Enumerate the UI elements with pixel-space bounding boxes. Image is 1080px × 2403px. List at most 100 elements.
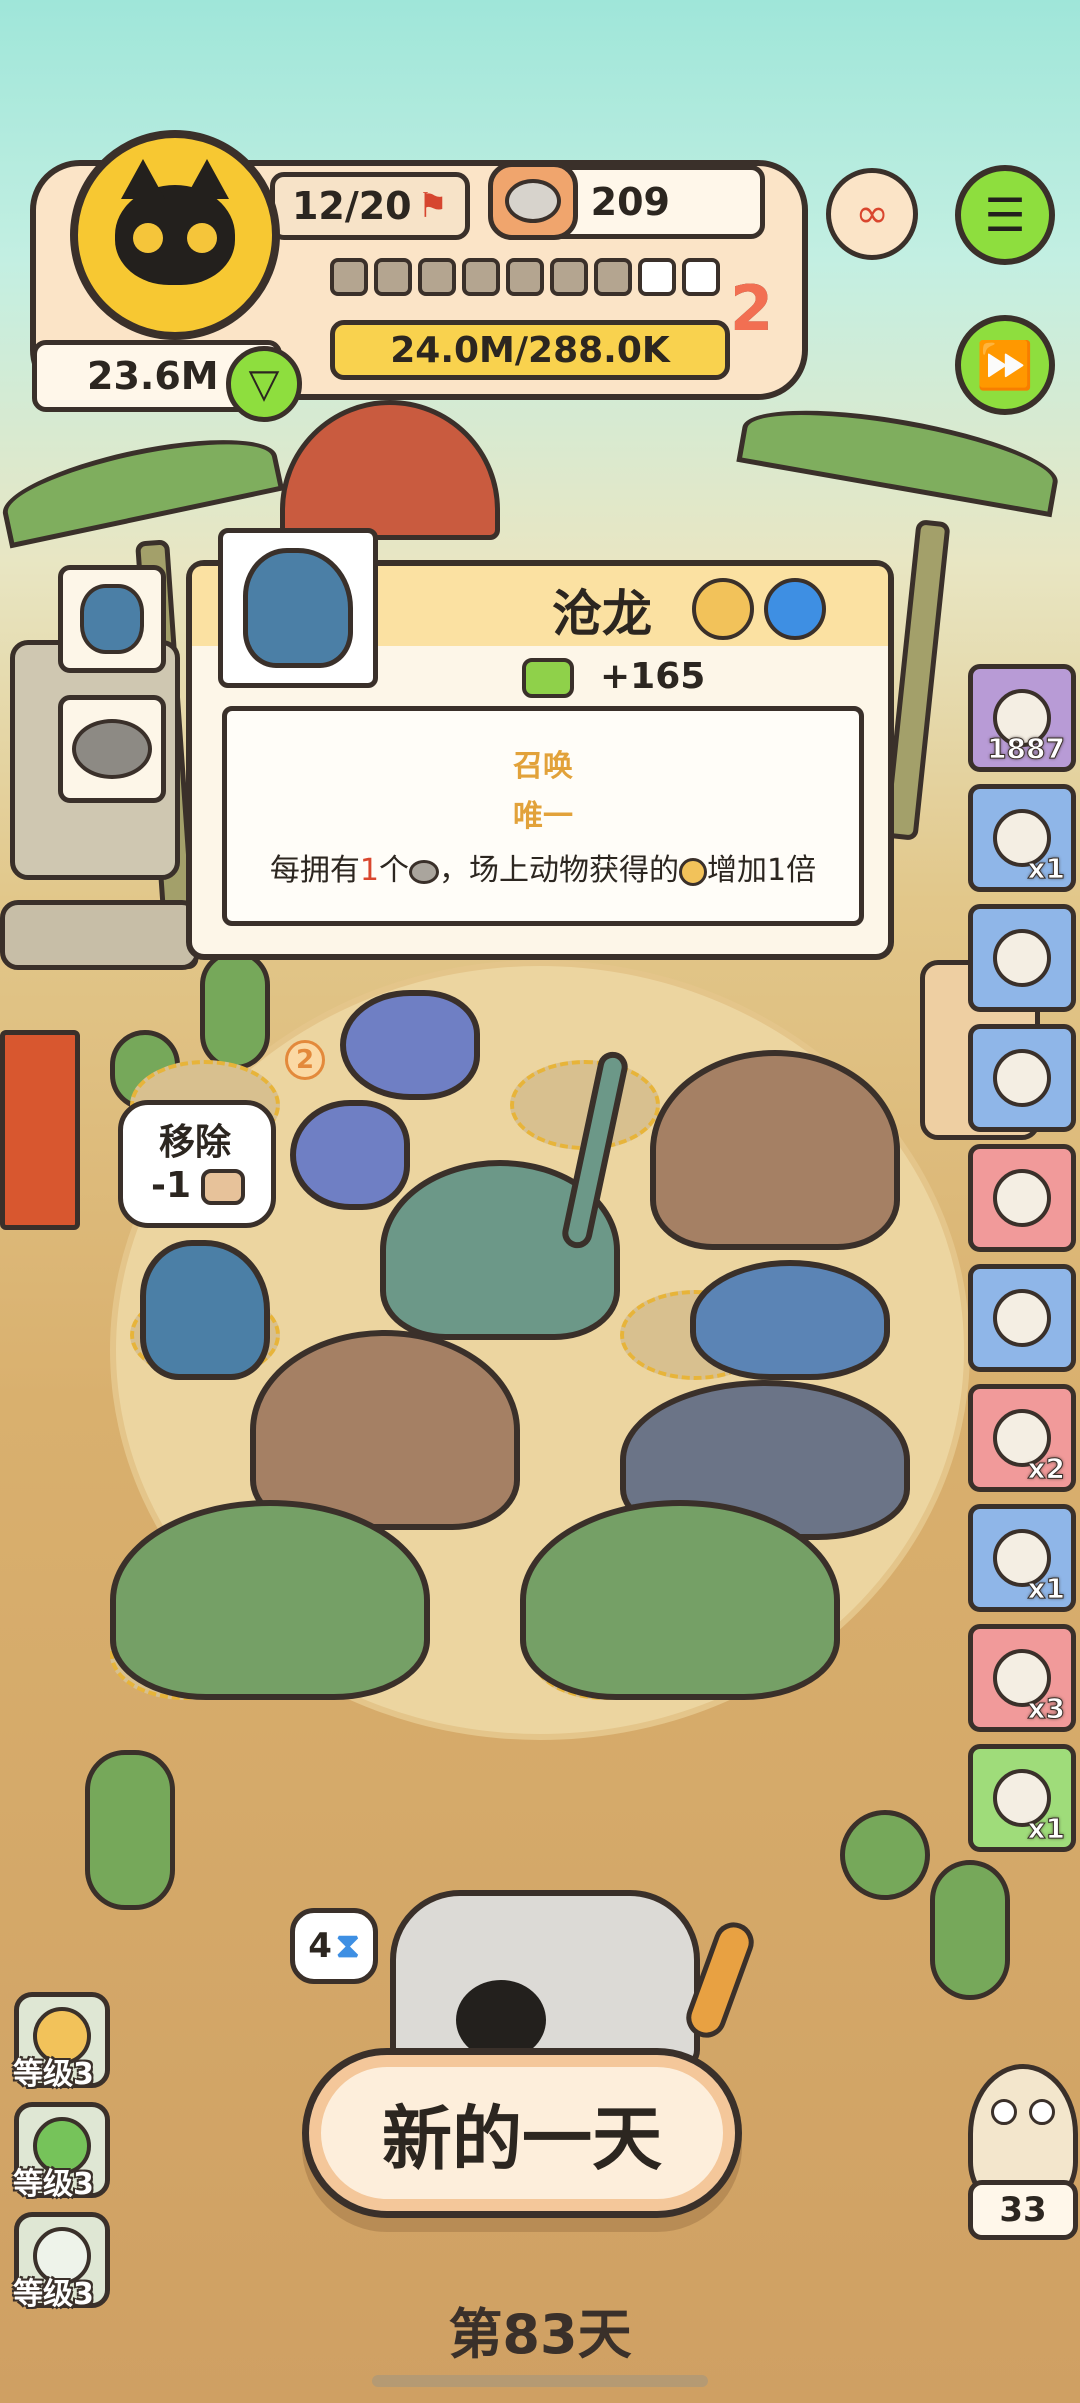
progress-segment-filled	[462, 258, 500, 296]
paw-icon	[679, 857, 707, 886]
sauropod-dino[interactable]	[650, 1050, 900, 1250]
companion-counter: 33	[968, 2180, 1078, 2240]
cactus	[200, 950, 270, 1070]
fast-forward-icon: ⏩	[976, 337, 1034, 392]
desc-prefix: 每拥有	[269, 853, 360, 888]
market-stall	[0, 1030, 80, 1230]
item-slot[interactable]: x2	[968, 1384, 1076, 1492]
new-day-button[interactable]: 新的一天	[302, 2048, 742, 2218]
item-slot[interactable]: 1887	[968, 664, 1076, 772]
skull-icon	[692, 578, 754, 640]
item-slot[interactable]: x1	[968, 784, 1076, 892]
exp-bar: 24.0M/288.0K	[330, 320, 730, 380]
food-count: 209	[590, 180, 670, 224]
collapse-chevron-icon[interactable]: ▽	[226, 346, 302, 422]
item-slot[interactable]	[968, 1024, 1076, 1132]
cactus	[85, 1750, 175, 1910]
popup-description: 每拥有1个 ，场上动物获得的 增加1倍	[227, 845, 859, 889]
fast-forward-button[interactable]: ⏩	[955, 315, 1055, 415]
item-count: x1	[1027, 852, 1066, 886]
progress-segment-filled	[550, 258, 588, 296]
stone-icon	[72, 719, 152, 779]
owl-eye	[991, 2099, 1017, 2125]
mosasaur-card[interactable]	[58, 565, 166, 673]
item-slot[interactable]	[968, 904, 1076, 1012]
desc-end: 增加1倍	[707, 853, 817, 888]
water-icon	[764, 578, 826, 640]
item-slot[interactable]: x1	[968, 1504, 1076, 1612]
dragon-creature[interactable]	[290, 1100, 410, 1210]
popup-description-box: 召唤 唯一 每拥有1个 ，场上动物获得的 增加1倍	[222, 706, 864, 926]
triceratops-dino[interactable]	[110, 1500, 430, 1700]
flag-icon: ⚑	[417, 186, 449, 226]
item-count: x2	[1027, 1452, 1066, 1486]
home-indicator[interactable]	[372, 2375, 708, 2387]
progress-segment-filled	[506, 258, 544, 296]
mosasaur-icon	[80, 584, 144, 654]
cactus	[840, 1810, 930, 1900]
level-badge-skull[interactable]: 等级3	[13, 1992, 110, 2092]
progress-segment-filled	[594, 258, 632, 296]
remove-bubble[interactable]: 移除 -1	[118, 1100, 276, 1228]
tag-unique: 唯一	[513, 799, 573, 834]
desc-count: 1	[359, 853, 379, 888]
coins-value: 23.6M	[87, 354, 219, 398]
item-count: x1	[1027, 1572, 1066, 1606]
desc-suffix: ，场上动物获得的	[439, 853, 679, 888]
item-slot[interactable]	[968, 1264, 1076, 1372]
ichthyosaur-dino[interactable]	[690, 1260, 890, 1380]
progress-segment-filled	[330, 258, 368, 296]
popup-bonus: +165	[600, 656, 706, 697]
item-slot[interactable]: x1	[968, 1744, 1076, 1852]
level-badge-label: 等级3	[13, 2167, 94, 2202]
owl-eye	[1029, 2099, 1055, 2125]
food-can-icon	[201, 1169, 245, 1205]
menu-icon: ☰	[984, 188, 1026, 242]
item-count: 1887	[987, 732, 1066, 766]
tag-summon: 召唤	[513, 749, 573, 784]
remove-label: 移除	[159, 1122, 232, 1163]
chip-badge: 2	[285, 1040, 325, 1080]
level-badge-paw[interactable]: 等级3	[13, 2102, 110, 2202]
level-progress-bar	[330, 258, 730, 318]
cactus	[930, 1860, 1010, 2000]
player-avatar[interactable]	[70, 130, 280, 340]
day-label: 第83天	[448, 2303, 632, 2366]
item-icon	[993, 1169, 1051, 1227]
item-slot[interactable]	[968, 1144, 1076, 1252]
progress-segment-empty	[638, 258, 676, 296]
stone-icon	[409, 859, 439, 884]
companion-count: 33	[999, 2190, 1047, 2230]
stage-progress-pill: 12/20 ⚑	[270, 172, 470, 240]
popup-title: 沧龙	[552, 584, 652, 643]
stage-progress: 12/20	[291, 184, 412, 228]
item-icon	[993, 929, 1051, 987]
remove-cost: -1	[151, 1165, 191, 1206]
stone-card[interactable]	[58, 695, 166, 803]
mosasaur-dino[interactable]	[140, 1240, 270, 1380]
rock-pile	[0, 900, 200, 970]
gray-cat	[390, 1890, 700, 2070]
desc-mid: 个	[379, 853, 409, 888]
item-icon	[993, 1049, 1051, 1107]
item-count: x1	[1027, 1812, 1066, 1846]
progress-segment-filled	[418, 258, 456, 296]
fire-infinity-icon[interactable]: ∞	[826, 168, 918, 260]
timer-value: 4	[308, 1926, 332, 1966]
temple-dome	[280, 400, 500, 540]
dragon-creature[interactable]	[340, 990, 480, 1100]
black-cat-icon	[115, 159, 235, 285]
item-slot[interactable]: x3	[968, 1624, 1076, 1732]
food-bowl-icon	[488, 162, 578, 240]
progress-segment-filled	[374, 258, 412, 296]
item-count: x3	[1027, 1692, 1066, 1726]
menu-button[interactable]: ☰	[955, 165, 1055, 265]
level-badge-label: 等级3	[13, 2057, 94, 2092]
player-level: 2	[730, 272, 774, 345]
timer-bubble: 4 ⧗	[290, 1908, 378, 1984]
exp-text: 24.0M/288.0K	[390, 329, 670, 371]
triceratops-dino[interactable]	[520, 1500, 840, 1700]
paw-pile-icon	[522, 658, 574, 698]
item-icon	[993, 1289, 1051, 1347]
progress-segment-empty	[682, 258, 720, 296]
